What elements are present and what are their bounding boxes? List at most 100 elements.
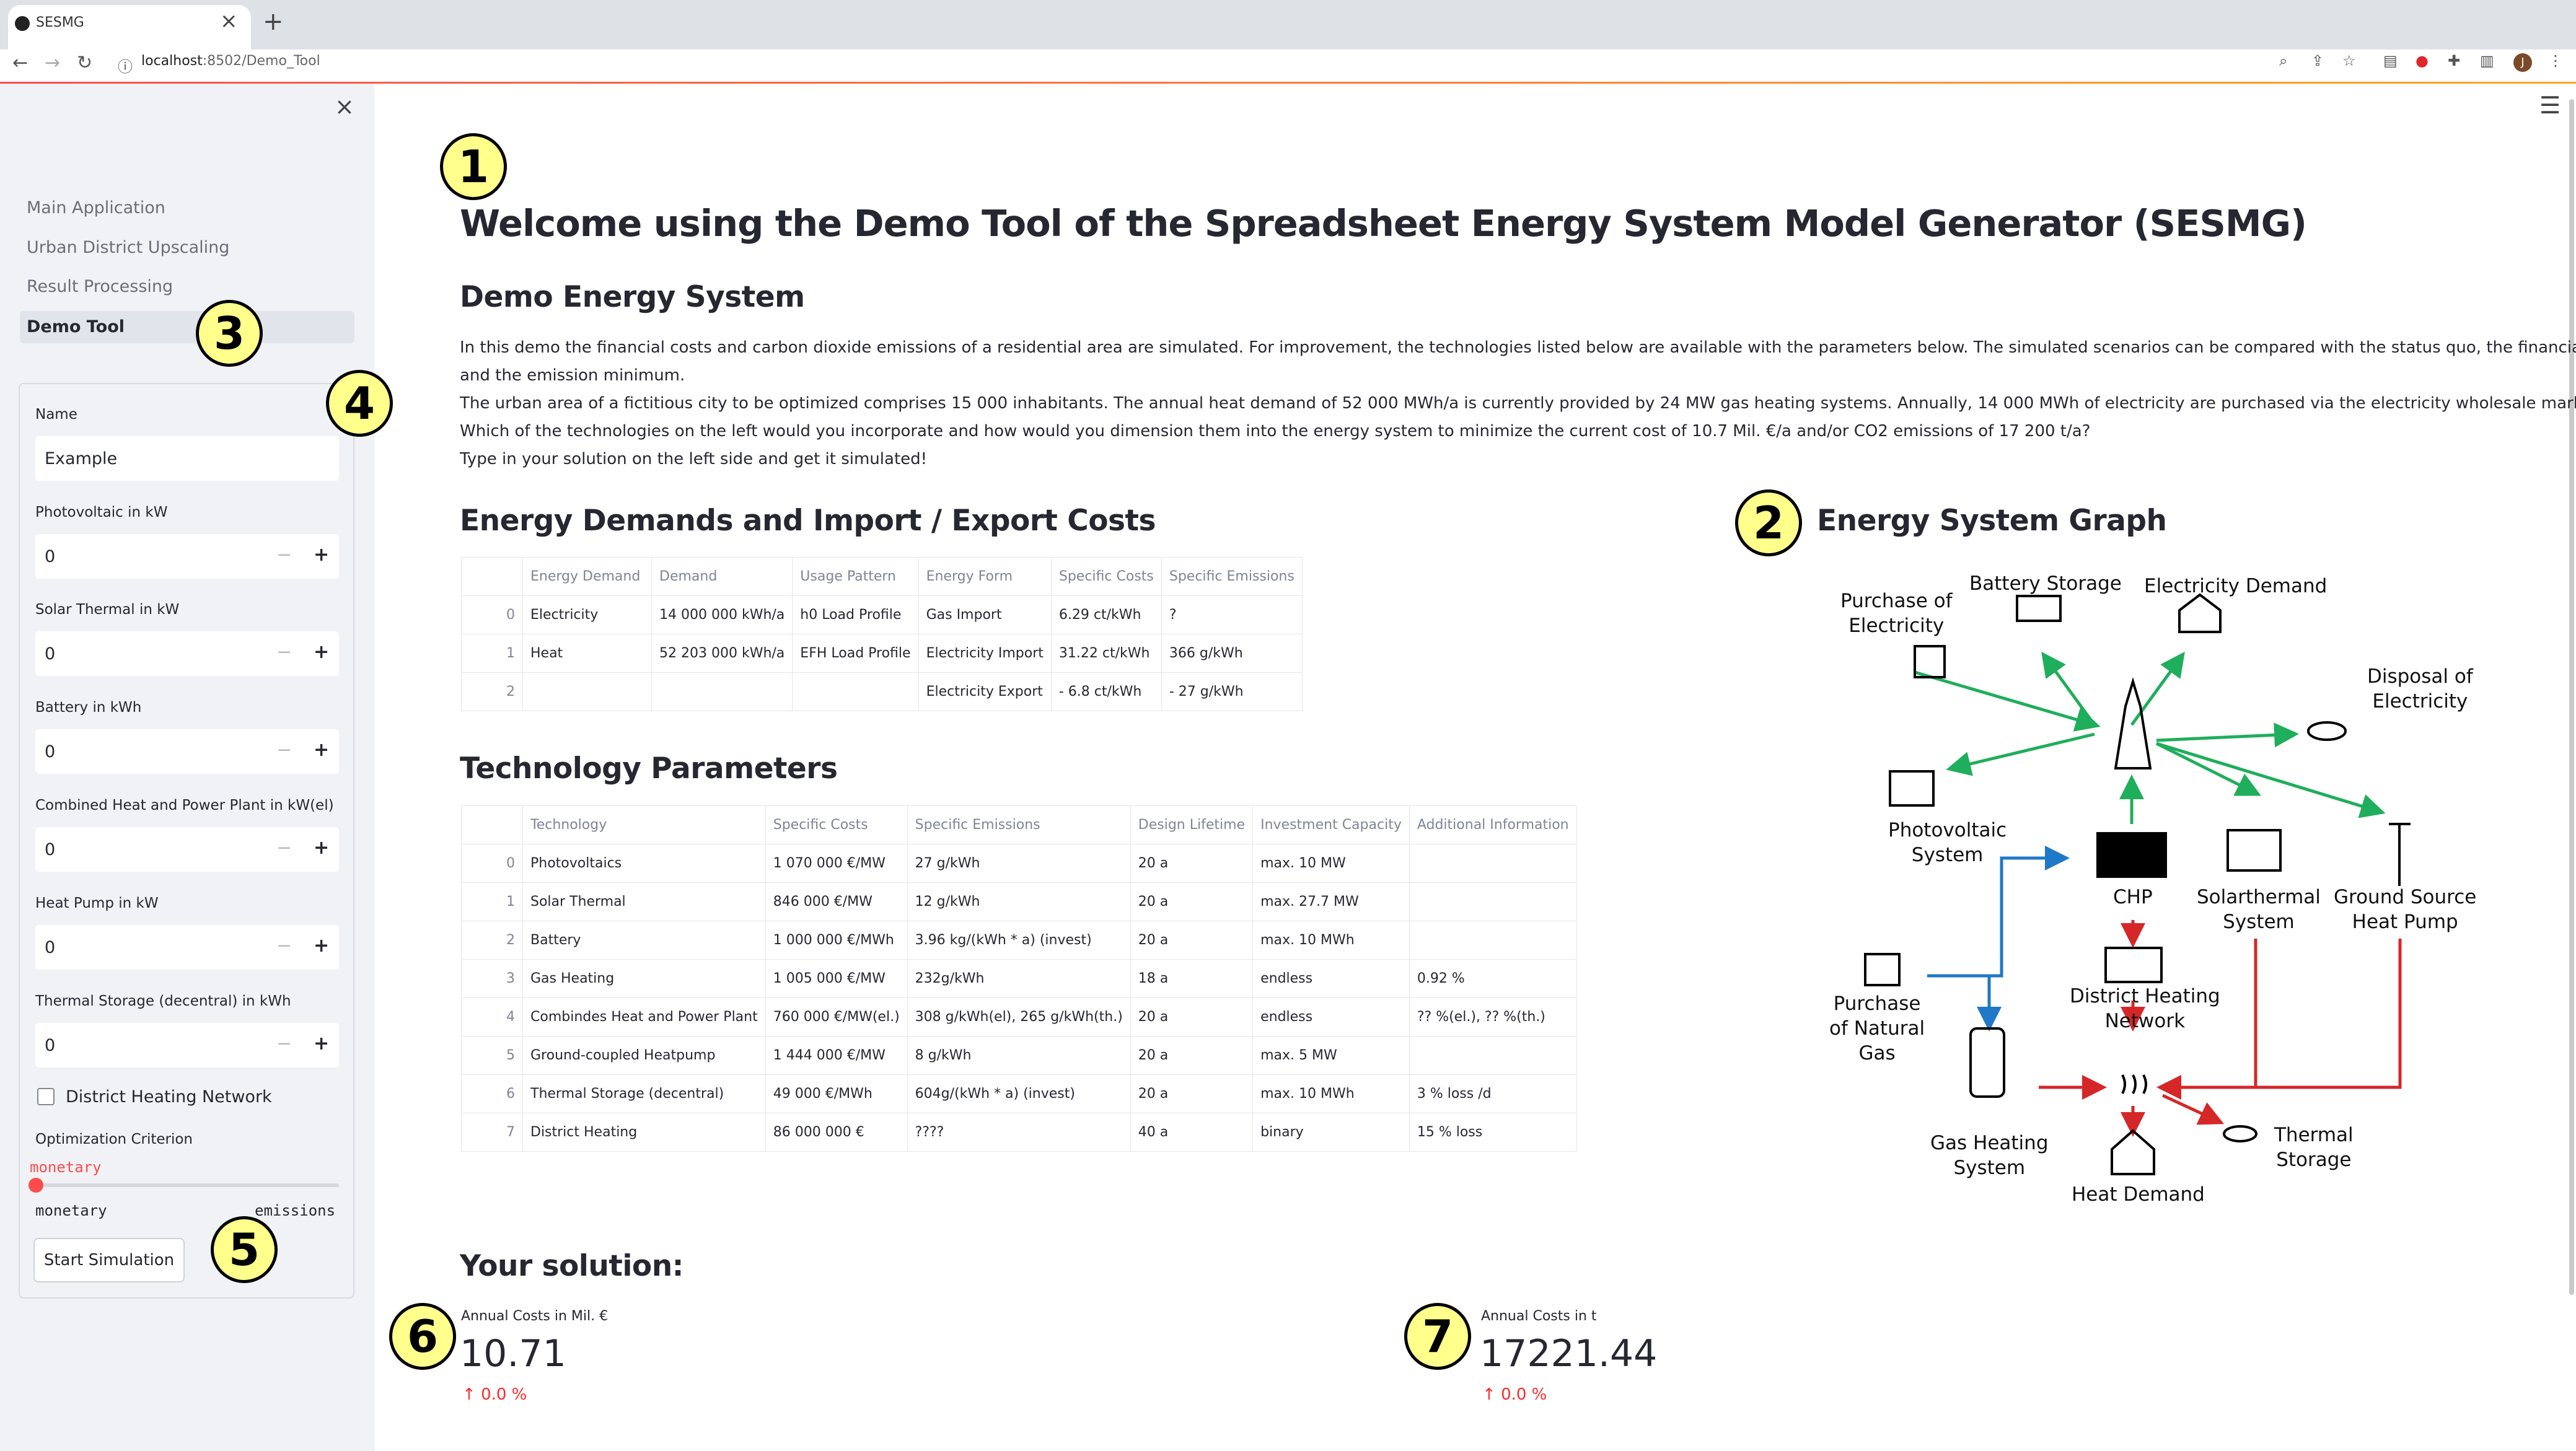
metric-emissions-value: 17221.44 xyxy=(1480,1332,1658,1375)
new-tab-icon[interactable]: + xyxy=(263,7,284,36)
shopping-cart-gas-icon xyxy=(1864,953,1901,986)
reload-icon[interactable]: ↻ xyxy=(77,52,92,74)
browser-menu-icon[interactable]: ⋮ xyxy=(2548,52,2563,69)
photovoltaic-decrement-button[interactable]: − xyxy=(276,544,292,566)
site-info-icon[interactable]: ⓘ xyxy=(118,55,133,76)
table-cell: 14 000 000 kWh/a xyxy=(651,595,793,634)
table-cell: 760 000 €/MW(el.) xyxy=(765,997,908,1037)
node-disposal-electricity: Disposal of Electricity xyxy=(2367,665,2473,712)
url-path: :8502/Demo_Tool xyxy=(202,53,320,69)
battery-input[interactable] xyxy=(35,729,339,774)
profile-avatar[interactable]: J xyxy=(2513,53,2532,72)
metric-emissions-label: Annual Costs in t xyxy=(1481,1309,1597,1324)
sidebar-close-icon[interactable]: × xyxy=(335,93,354,120)
node-thermal-storage: Thermal Storage xyxy=(2274,1124,2354,1171)
table-cell: 12 g/kWh xyxy=(907,882,1131,921)
table-cell xyxy=(1409,844,1577,883)
chp-value: 0 xyxy=(45,840,56,859)
table-header: Specific Costs xyxy=(1050,557,1162,596)
annotation-badge-6: 6 xyxy=(389,1303,456,1370)
extensions-icon[interactable]: ✚ xyxy=(2448,52,2460,69)
table-cell: 8 g/kWh xyxy=(907,1036,1131,1075)
metric-costs-label: Annual Costs in Mil. € xyxy=(461,1309,609,1324)
thermal-storage-input[interactable] xyxy=(35,1023,339,1067)
browser-toolbar xyxy=(0,50,2576,83)
url-host: localhost xyxy=(141,53,203,69)
metric-costs-delta-text: 0.0 % xyxy=(481,1385,527,1404)
chp-increment-button[interactable]: + xyxy=(314,837,329,859)
heat-pump-decrement-button[interactable]: − xyxy=(276,935,292,957)
optimization-slider-track[interactable] xyxy=(35,1183,339,1187)
table-cell: h0 Load Profile xyxy=(792,595,919,634)
gas-boiler-icon xyxy=(1969,1027,2005,1098)
hamburger-menu-icon[interactable]: ☰ xyxy=(2539,92,2561,119)
chp-input[interactable] xyxy=(35,827,339,872)
arrow-up-icon: ↑ xyxy=(1482,1385,1501,1404)
table-cell: 7 xyxy=(461,1113,523,1152)
table-row: 7 District Heating 86 000 000 € ???? 40 … xyxy=(461,1113,1577,1152)
table-header: Investment Capacity xyxy=(1252,805,1410,844)
table-cell: - 6.8 ct/kWh xyxy=(1050,672,1162,711)
tab-close-icon[interactable]: × xyxy=(220,9,238,33)
gas-flows xyxy=(1927,846,2070,1032)
bookmark-star-icon[interactable]: ☆ xyxy=(2342,52,2356,69)
heat-pump-value: 0 xyxy=(45,938,56,957)
table-cell: 20 a xyxy=(1130,1036,1254,1075)
photovoltaic-increment-button[interactable]: + xyxy=(314,544,329,566)
table-header: Specific Emissions xyxy=(907,805,1131,844)
thermal-storage-decrement-button[interactable]: − xyxy=(276,1033,292,1054)
heat-pump-increment-button[interactable]: + xyxy=(314,935,329,957)
intro-paragraph-4: Which of the technologies on the left wo… xyxy=(460,422,2091,441)
node-purchase-electricity: Purchase of Electricity xyxy=(1840,590,1953,637)
thermal-storage-value: 0 xyxy=(45,1036,56,1055)
district-heating-checkbox-label[interactable]: District Heating Network xyxy=(66,1087,272,1107)
table-row: 3 Gas Heating 1 005 000 €/MW 232g/kWh 18… xyxy=(461,959,1577,998)
thermal-storage-increment-button[interactable]: + xyxy=(314,1033,329,1054)
solar-thermal-increment-button[interactable]: + xyxy=(314,641,329,663)
sidebar-item-main-application[interactable]: Main Application xyxy=(27,198,165,217)
optimization-slider-thumb[interactable] xyxy=(29,1178,43,1193)
zoom-icon[interactable]: ⌕ xyxy=(2279,52,2287,69)
battery-increment-button[interactable]: + xyxy=(314,739,329,761)
table-cell: max. 10 MW xyxy=(1252,844,1410,883)
table-cell: 20 a xyxy=(1130,997,1254,1037)
table-cell: 0.92 % xyxy=(1409,959,1577,998)
chp-decrement-button[interactable]: − xyxy=(276,837,292,859)
heat-pump-input[interactable] xyxy=(35,925,339,970)
energy-system-graph: Purchase of Electricity Battery Storage … xyxy=(1747,558,2491,1227)
table-cell: 2 xyxy=(461,672,523,711)
sidebar-item-urban-district-upscaling[interactable]: Urban District Upscaling xyxy=(27,238,229,257)
accent-line xyxy=(0,82,2576,84)
solar-thermal-decrement-button[interactable]: − xyxy=(276,641,292,663)
slider-max-label: emissions xyxy=(255,1202,336,1219)
battery-storage-icon xyxy=(2016,595,2062,622)
address-bar[interactable]: localhost:8502/Demo_Tool xyxy=(141,53,320,69)
table-row: 0 Electricity 14 000 000 kWh/a h0 Load P… xyxy=(461,595,1303,634)
technology-parameters-heading: Technology Parameters xyxy=(460,752,838,786)
table-header: Specific Emissions xyxy=(1161,557,1303,596)
node-ground-source-heat-pump: Ground Source Heat Pump xyxy=(2334,886,2477,933)
node-chp: CHP xyxy=(2113,886,2153,908)
table-cell: 4 xyxy=(461,997,523,1037)
node-purchase-natural-gas: Purchase of Natural Gas xyxy=(1829,993,1925,1064)
opera-icon[interactable]: ● xyxy=(2416,52,2429,69)
table-cell: 604g/(kWh * a) (invest) xyxy=(907,1074,1131,1113)
start-simulation-button[interactable]: Start Simulation xyxy=(33,1238,185,1282)
table-header: Energy Form xyxy=(918,557,1052,596)
heat-pump-icon xyxy=(2389,823,2411,886)
forward-icon[interactable]: → xyxy=(45,52,60,74)
back-icon[interactable]: ← xyxy=(12,52,28,74)
tab-title: SESMG xyxy=(36,15,84,30)
sidepanel-icon[interactable]: ▥ xyxy=(2480,52,2494,69)
intro-paragraph-5: Type in your solution on the left side a… xyxy=(460,450,928,468)
reader-icon[interactable]: ▤ xyxy=(2383,52,2398,69)
sidebar-item-result-processing[interactable]: Result Processing xyxy=(27,277,173,296)
scrollbar[interactable] xyxy=(2569,99,2574,1295)
demo-energy-system-heading: Demo Energy System xyxy=(460,280,805,314)
photovoltaic-input[interactable] xyxy=(35,534,339,579)
share-icon[interactable]: ⇪ xyxy=(2311,52,2324,69)
solar-thermal-input[interactable] xyxy=(35,631,339,676)
battery-decrement-button[interactable]: − xyxy=(276,739,292,761)
sidebar-item-demo-tool[interactable]: Demo Tool xyxy=(27,317,125,336)
district-heating-checkbox[interactable] xyxy=(37,1088,55,1105)
